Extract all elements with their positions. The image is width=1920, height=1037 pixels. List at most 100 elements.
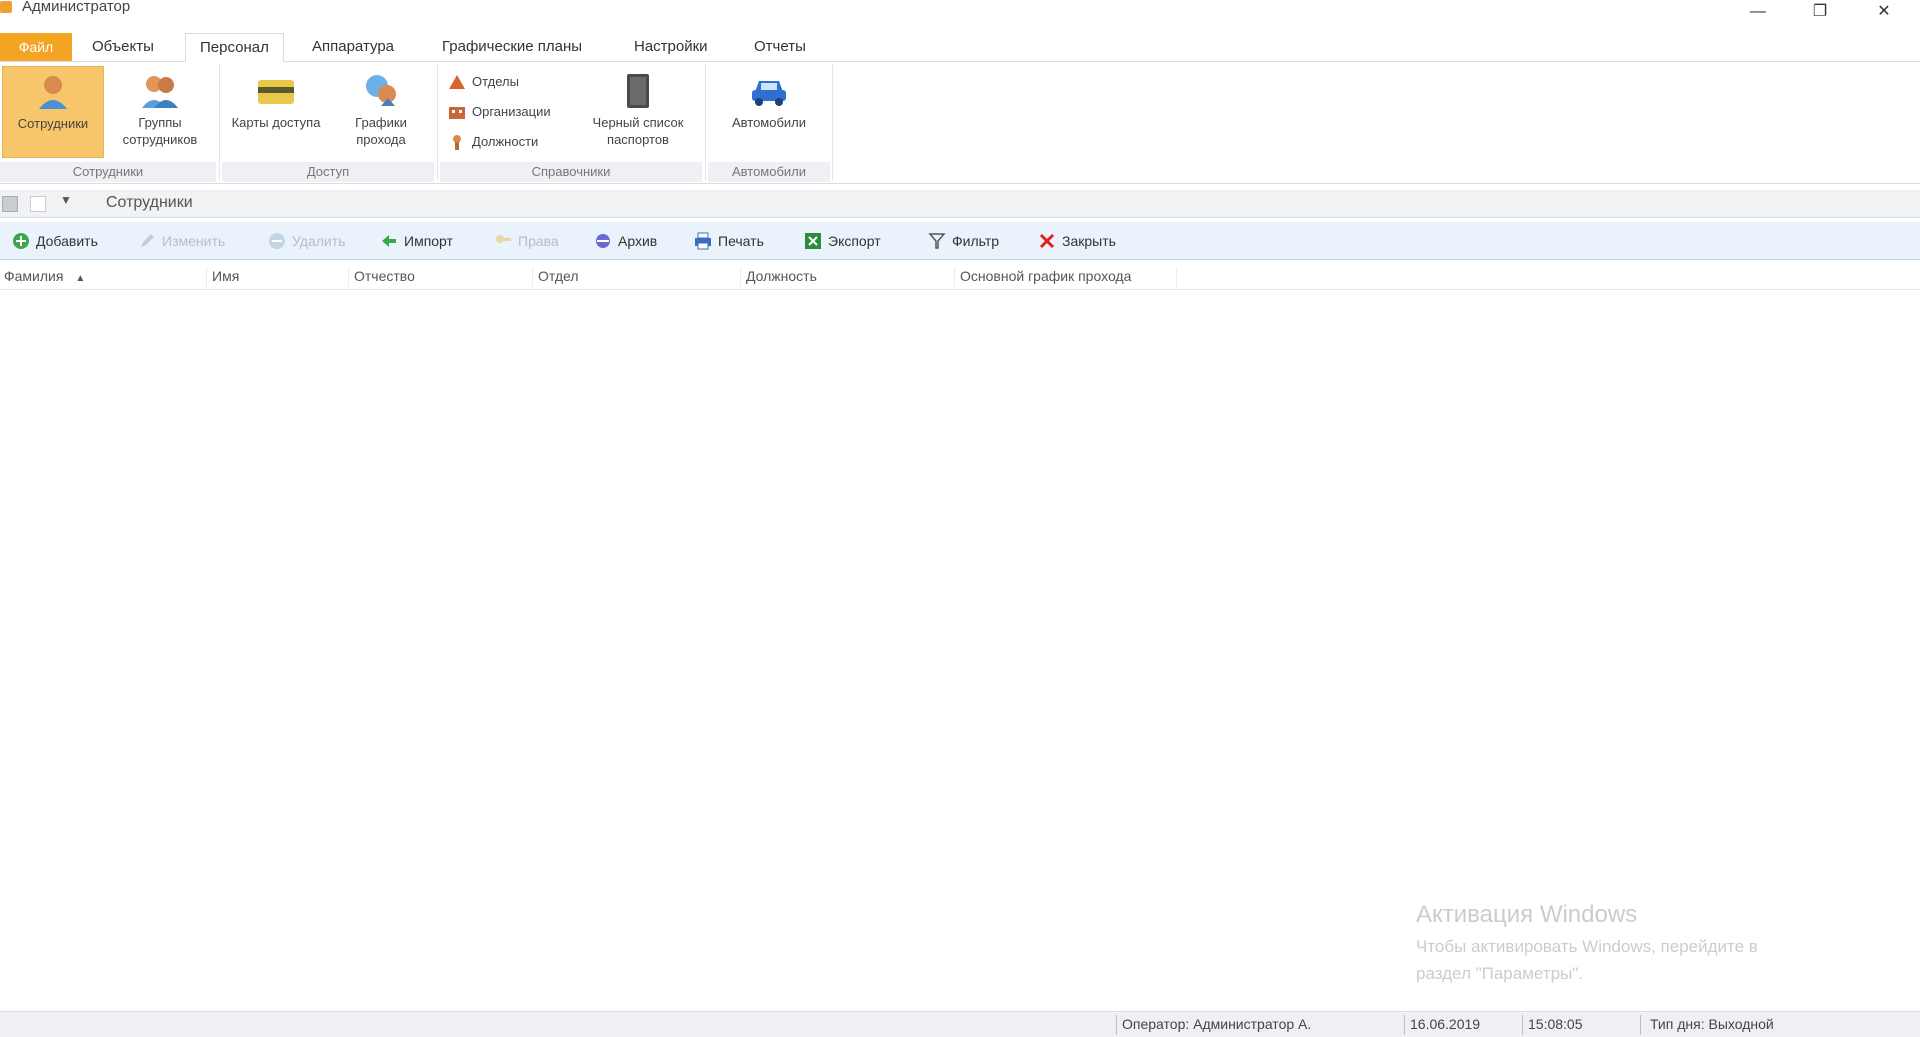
tab-hardware[interactable]: Аппаратура	[298, 33, 408, 62]
activation-watermark-line: раздел "Параметры".	[1416, 964, 1584, 983]
restore-button[interactable]: ❐	[1797, 0, 1843, 26]
blank-page-icon[interactable]	[30, 196, 46, 212]
column-divider[interactable]	[954, 267, 955, 287]
status-divider	[1640, 1015, 1641, 1035]
grid-view-icon[interactable]	[2, 196, 18, 212]
tab-objects[interactable]: Объекты	[78, 33, 168, 62]
add-icon	[13, 233, 29, 249]
tab-personnel[interactable]: Персонал	[185, 33, 284, 62]
activation-watermark-title: Активация Windows	[1416, 901, 1638, 928]
employee-groups-button[interactable]: Группы сотрудников	[108, 66, 212, 158]
access-schedule-icon	[366, 75, 396, 106]
tab-graphic-plans[interactable]: Графические планы	[428, 33, 596, 62]
access-card-icon	[258, 80, 294, 104]
column-header-patronymic[interactable]: Отчество	[354, 268, 415, 284]
positions-button[interactable]: Должности	[446, 130, 538, 154]
close-tab-button[interactable]: Закрыть	[1036, 228, 1116, 254]
add-button[interactable]: Добавить	[10, 228, 98, 254]
access-schedules-button[interactable]: Графики прохода	[332, 66, 430, 158]
group-divider	[705, 64, 706, 180]
passport-blacklist-label: Черный список паспортов	[592, 115, 684, 147]
key-icon	[496, 235, 511, 243]
column-divider[interactable]	[348, 267, 349, 287]
print-button[interactable]: Печать	[692, 228, 764, 254]
document-tab-title[interactable]: Сотрудники	[106, 194, 193, 212]
tab-reports[interactable]: Отчеты	[740, 33, 820, 62]
excel-export-icon	[805, 233, 821, 249]
positions-icon	[453, 135, 461, 150]
group-label-references: Справочники	[440, 162, 702, 182]
employee-groups-icon	[142, 76, 178, 108]
toolbar: Добавить Изменить Удалить Импорт Права А…	[0, 222, 1920, 260]
column-header-department[interactable]: Отдел	[538, 268, 579, 284]
minimize-button[interactable]: —	[1735, 0, 1781, 26]
vehicles-button[interactable]: Автомобили	[714, 66, 824, 158]
dropdown-arrow-icon[interactable]: ▼	[60, 193, 72, 207]
status-bar: Оператор: Администратор А. 16.06.2019 15…	[0, 1011, 1920, 1037]
departments-button[interactable]: Отделы	[446, 70, 519, 94]
status-divider	[1522, 1015, 1523, 1035]
ribbon-tabs: Файл Объекты Персонал Аппаратура Графиче…	[0, 30, 1920, 80]
delete-icon	[269, 233, 285, 249]
blacklist-book-icon	[627, 74, 649, 108]
sort-ascending-icon: ▲	[75, 273, 86, 284]
group-references: Отделы Организации Должности Черный спис…	[440, 64, 702, 182]
employee-groups-button-label: Группы сотрудников	[122, 115, 198, 147]
import-icon	[382, 235, 396, 247]
close-window-button[interactable]: ✕	[1861, 0, 1907, 26]
import-label: Импорт	[404, 233, 453, 249]
delete-button[interactable]: Удалить	[266, 228, 345, 254]
column-header-lastname[interactable]: Фамилия ▲	[4, 268, 85, 284]
status-date: 16.06.2019	[1410, 1016, 1481, 1032]
edit-label: Изменить	[162, 233, 226, 249]
close-label: Закрыть	[1062, 233, 1116, 249]
import-button[interactable]: Импорт	[378, 228, 453, 254]
departments-label: Отделы	[472, 74, 519, 89]
column-divider[interactable]	[740, 267, 741, 287]
column-divider[interactable]	[1176, 267, 1177, 287]
passport-blacklist-button[interactable]: Черный список паспортов	[578, 66, 698, 158]
tab-file[interactable]: Файл	[0, 33, 72, 61]
column-divider[interactable]	[206, 267, 207, 287]
employees-button-label: Сотрудники	[17, 116, 89, 131]
group-vehicles: Автомобили Автомобили	[708, 64, 830, 182]
export-button[interactable]: Экспорт	[802, 228, 881, 254]
app-icon	[0, 1, 12, 13]
departments-icon	[449, 75, 465, 89]
archive-icon	[596, 234, 610, 248]
group-divider	[832, 64, 833, 180]
column-header-position[interactable]: Должность	[746, 268, 817, 284]
document-tab-strip: ▼ Сотрудники	[0, 190, 1920, 218]
group-employees: Сотрудники Группы сотрудников Сотрудники	[0, 64, 216, 182]
filter-button[interactable]: Фильтр	[926, 228, 999, 254]
column-header-main-schedule[interactable]: Основной график прохода	[960, 268, 1131, 284]
employees-button[interactable]: Сотрудники	[2, 66, 104, 158]
organizations-button[interactable]: Организации	[446, 100, 551, 124]
edit-icon	[141, 234, 154, 247]
grid-header: Фамилия ▲ Имя Отчество Отдел Должность О…	[0, 264, 1920, 290]
column-header-firstname[interactable]: Имя	[212, 268, 239, 284]
group-label-access: Доступ	[222, 162, 434, 182]
archive-label: Архив	[618, 233, 658, 249]
export-label: Экспорт	[828, 233, 881, 249]
access-cards-button[interactable]: Карты доступа	[228, 66, 324, 158]
column-divider[interactable]	[532, 267, 533, 287]
positions-label: Должности	[472, 134, 539, 149]
archive-button[interactable]: Архив	[592, 228, 657, 254]
close-red-icon	[1039, 233, 1055, 249]
group-divider	[219, 64, 220, 180]
filter-label: Фильтр	[952, 233, 1000, 249]
ribbon: Сотрудники Группы сотрудников Сотрудники…	[0, 62, 1920, 184]
activation-watermark-line: Чтобы активировать Windows, перейдите в	[1416, 937, 1758, 956]
rights-button[interactable]: Права	[492, 228, 559, 254]
title-bar: Администратор — ❐ ✕	[0, 0, 1920, 28]
filter-icon	[928, 233, 946, 249]
printer-icon	[695, 232, 711, 250]
tab-settings[interactable]: Настройки	[620, 33, 722, 62]
edit-button[interactable]: Изменить	[136, 228, 225, 254]
status-time: 15:08:05	[1528, 1016, 1583, 1032]
status-divider	[1404, 1015, 1405, 1035]
organizations-icon	[449, 107, 465, 119]
employee-icon	[39, 76, 67, 109]
vehicles-button-label: Автомобили	[731, 115, 807, 130]
